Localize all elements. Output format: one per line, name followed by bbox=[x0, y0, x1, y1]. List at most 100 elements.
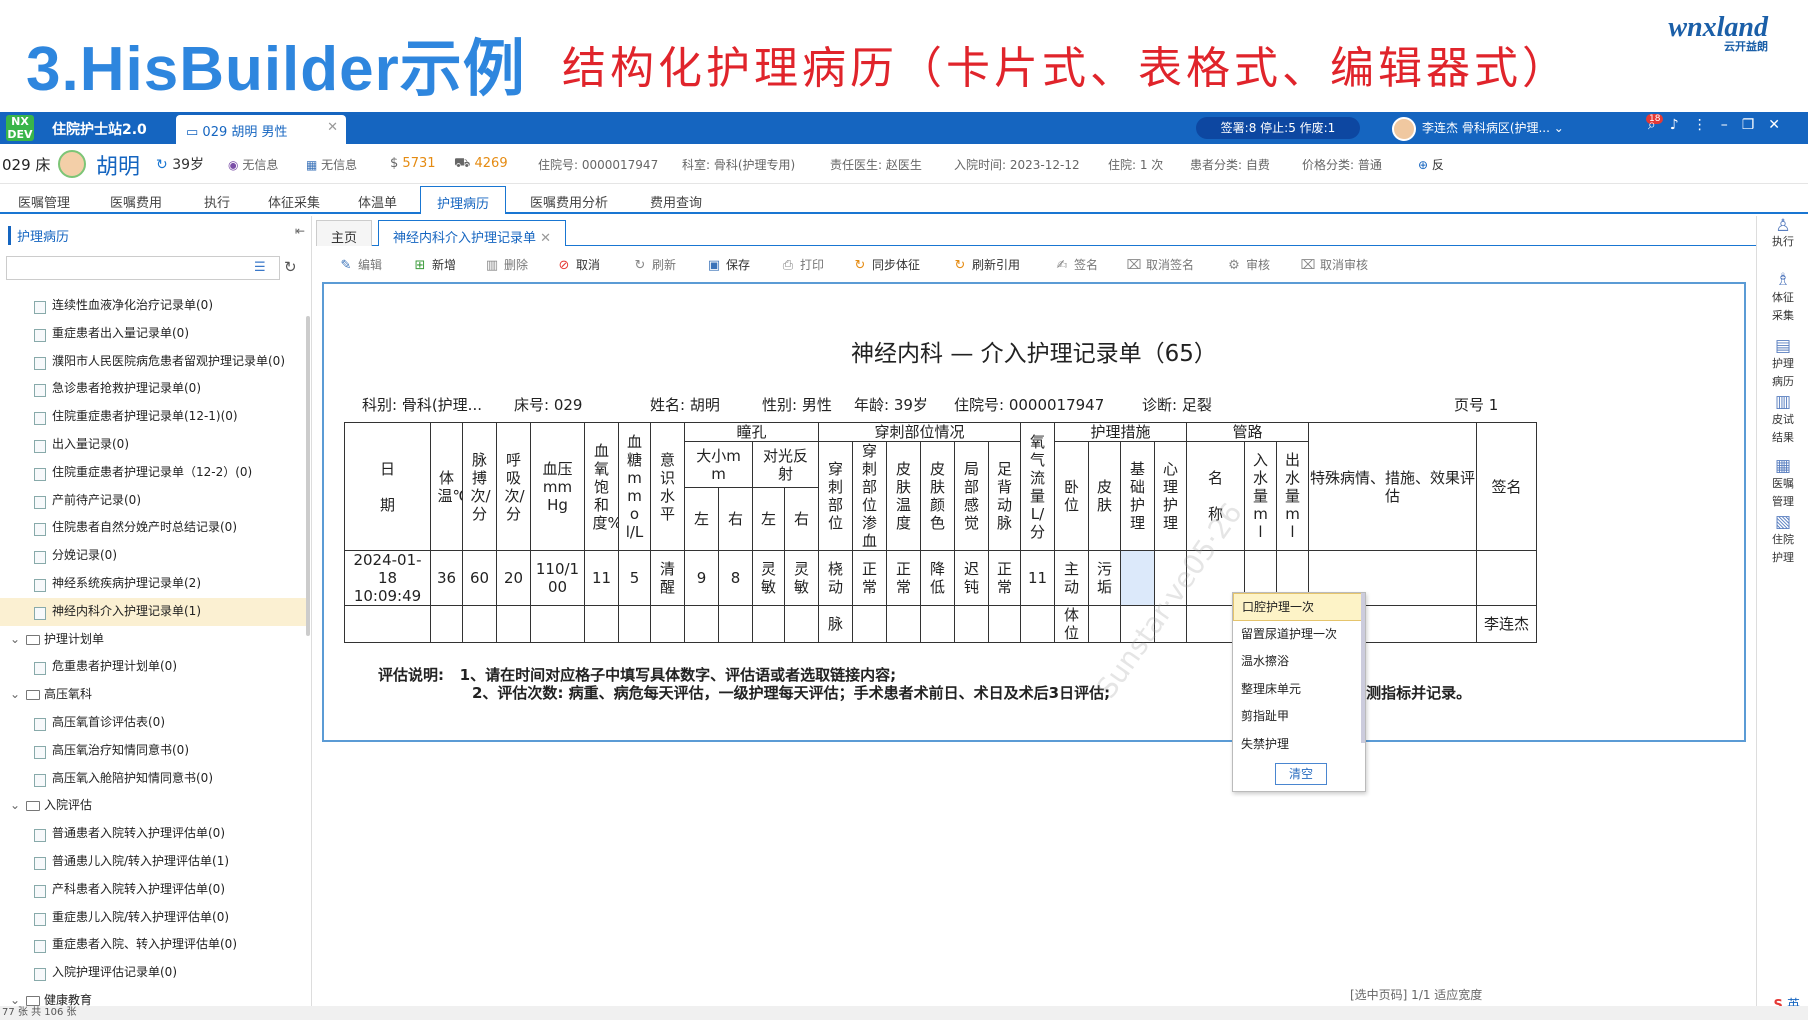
cancel-sign-button[interactable]: ⌧ 取消签名 bbox=[1126, 256, 1195, 273]
tree-item[interactable]: 高压氧治疗知情同意书(0) bbox=[0, 737, 308, 765]
cell-basic-care[interactable] bbox=[1120, 605, 1155, 643]
cell-bp[interactable]: 110/100 bbox=[530, 550, 585, 606]
tab-temperature[interactable]: 体温单 bbox=[358, 192, 397, 211]
user-menu[interactable]: 李连杰 骨科病区(护理... ⌄ bbox=[1392, 115, 1564, 141]
save-button[interactable]: ▣ 保存 bbox=[706, 256, 750, 273]
dropdown-scrollbar[interactable] bbox=[1361, 593, 1365, 743]
more-icon[interactable]: ⋮ bbox=[1693, 117, 1721, 133]
restore-icon[interactable]: ❐ bbox=[1742, 117, 1769, 133]
close-icon[interactable]: ✕ bbox=[540, 231, 551, 246]
cell-p-ooze[interactable] bbox=[852, 605, 887, 643]
tree-item[interactable]: 普通患者入院转入护理评估单(0) bbox=[0, 820, 308, 848]
tab-home[interactable]: 主页 bbox=[316, 220, 373, 246]
cell-spo2[interactable] bbox=[584, 605, 619, 643]
dropdown-item[interactable]: 失禁护理 bbox=[1233, 731, 1365, 759]
tree-item[interactable]: 重症患者入院、转入护理评估单(0) bbox=[0, 931, 308, 959]
cell-psych-care[interactable] bbox=[1154, 605, 1187, 643]
cell-resp[interactable]: 20 bbox=[496, 550, 531, 606]
tree-item[interactable]: 重症患者出入量记录单(0) bbox=[0, 320, 308, 348]
cell-skin[interactable] bbox=[1088, 605, 1121, 643]
cell-date[interactable]: 2024-01-18 10:09:49 bbox=[344, 550, 431, 606]
tab-neuro-intervention[interactable]: 神经内科介入护理记录单 ✕ bbox=[378, 220, 567, 246]
tree-item[interactable]: 入院护理评估记录单(0) bbox=[0, 959, 308, 987]
tab-nursing-records[interactable]: 护理病历 bbox=[420, 186, 507, 214]
cell-light-right[interactable] bbox=[784, 605, 819, 643]
cell-dorsal[interactable] bbox=[988, 605, 1021, 643]
pager[interactable]: [选中页码] 1/1 适应宽度 bbox=[1350, 986, 1482, 1003]
cell-p-ooze[interactable]: 正常 bbox=[852, 550, 887, 606]
cell-glucose[interactable] bbox=[618, 605, 651, 643]
close-tab-icon[interactable]: ✕ bbox=[327, 120, 338, 135]
edit-button[interactable]: ✎ 编辑 bbox=[338, 256, 382, 273]
tree-item[interactable]: 住院患者自然分娩产时总结记录(0) bbox=[0, 514, 308, 542]
tree-item[interactable]: 普通患儿入院/转入护理评估单(1) bbox=[0, 848, 308, 876]
cell-oxygen[interactable] bbox=[1020, 605, 1055, 643]
rail-orders[interactable]: ▦ 医嘱管理 bbox=[1757, 458, 1808, 511]
cell-light-left[interactable] bbox=[752, 605, 785, 643]
tree-item[interactable]: 急诊患者抢救护理记录单(0) bbox=[0, 375, 308, 403]
tree-group[interactable]: ⌄ 护理计划单 bbox=[0, 626, 308, 654]
cancel-audit-button[interactable]: ⌧ 取消审核 bbox=[1300, 256, 1369, 273]
chevron-down-icon[interactable]: ⌄ bbox=[10, 792, 20, 820]
dropdown-item[interactable]: 剪指趾甲 bbox=[1233, 703, 1365, 731]
tree-group[interactable]: ⌄ 入院评估 bbox=[0, 792, 308, 820]
cell-pupil-right[interactable]: 8 bbox=[718, 550, 753, 606]
cell-position[interactable]: 体位 bbox=[1054, 605, 1089, 643]
cell-p-site[interactable]: 桡动 bbox=[818, 550, 853, 606]
filter-icon[interactable]: ☰ bbox=[254, 260, 266, 275]
tab-order-fees[interactable]: 医嘱费用 bbox=[110, 192, 162, 211]
rail-nursing[interactable]: ▤ 护理病历 bbox=[1757, 338, 1808, 391]
extra-action[interactable]: ⊕ 反 bbox=[1418, 156, 1444, 173]
clear-button[interactable]: 清空 bbox=[1275, 763, 1327, 785]
cell-pulse[interactable]: 60 bbox=[462, 550, 497, 606]
tab-vitals[interactable]: 体征采集 bbox=[268, 192, 320, 211]
tree-group[interactable]: ⌄ 高压氧科 bbox=[0, 681, 308, 709]
cell-sign[interactable] bbox=[1476, 550, 1537, 606]
search-icon[interactable]: ⌕ bbox=[1648, 117, 1670, 133]
cell-temp[interactable] bbox=[430, 605, 463, 643]
cell-conscious[interactable]: 清醒 bbox=[650, 550, 685, 606]
cell-psych-care[interactable] bbox=[1154, 550, 1187, 606]
tree-item[interactable]: 住院重症患者护理记录单（12-2）(0) bbox=[0, 459, 308, 487]
rail-skin-test[interactable]: ▥ 皮试结果 bbox=[1757, 394, 1808, 447]
cell-temp[interactable]: 36 bbox=[430, 550, 463, 606]
dropdown-item[interactable]: 整理床单元 bbox=[1233, 676, 1365, 704]
tree-item[interactable]: 高压氧入舱陪护知情同意书(0) bbox=[0, 765, 308, 793]
tab-execute[interactable]: 执行 bbox=[204, 192, 230, 211]
tree-item[interactable]: 重症患儿入院/转入护理评估单(0) bbox=[0, 904, 308, 932]
cell-skin-color[interactable]: 降低 bbox=[920, 550, 955, 606]
cell-pupil-left[interactable]: 9 bbox=[684, 550, 719, 606]
close-icon[interactable]: ✕ bbox=[1768, 117, 1794, 133]
tree-item[interactable]: 高压氧首诊评估表(0) bbox=[0, 709, 308, 737]
collapse-icon[interactable]: ⇤ bbox=[295, 224, 305, 238]
cell-skin-color[interactable] bbox=[920, 605, 955, 643]
cell-dorsal[interactable]: 正常 bbox=[988, 550, 1021, 606]
sync-vitals-button[interactable]: ↻ 同步体征 bbox=[852, 256, 920, 273]
dropdown-item[interactable]: 留置尿道护理一次 bbox=[1233, 621, 1365, 649]
rail-vitals[interactable]: ♗ 体征采集 bbox=[1757, 272, 1808, 325]
cell-conscious[interactable] bbox=[650, 605, 685, 643]
tab-fee-query[interactable]: 费用查询 bbox=[650, 192, 702, 211]
chevron-down-icon[interactable]: ⌄ bbox=[10, 681, 20, 709]
sidebar-scrollbar[interactable] bbox=[306, 316, 310, 636]
minimize-icon[interactable]: – bbox=[1721, 117, 1742, 133]
tree-item[interactable]: 神经内科介入护理记录单(1) bbox=[0, 597, 308, 626]
add-button[interactable]: ⊞ 新增 bbox=[412, 256, 456, 273]
tree-item[interactable]: 住院重症患者护理记录单(12-1)(0) bbox=[0, 403, 308, 431]
cell-sign[interactable]: 李连杰 bbox=[1476, 605, 1537, 643]
patient-tab[interactable]: ▭ 029 胡明 男性 ✕ bbox=[176, 115, 346, 144]
tree-item[interactable]: 产前待产记录(0) bbox=[0, 487, 308, 515]
tree-item[interactable]: 神经系统疾病护理记录单(2) bbox=[0, 570, 308, 598]
cell-p-site[interactable]: 脉 bbox=[818, 605, 853, 643]
tab-orders[interactable]: 医嘱管理 bbox=[18, 192, 70, 211]
tree-item[interactable]: 产科患者入院转入护理评估单(0) bbox=[0, 876, 308, 904]
rail-execute[interactable]: ♙ 执行 bbox=[1757, 218, 1808, 249]
sidebar-search-input[interactable] bbox=[6, 256, 280, 280]
tree-item[interactable]: 连续性血液净化治疗记录单(0) bbox=[0, 292, 308, 320]
cell-skin-temp[interactable] bbox=[886, 605, 921, 643]
cell-skin[interactable]: 污垢 bbox=[1088, 550, 1121, 606]
cell-light-right[interactable]: 灵敏 bbox=[784, 550, 819, 606]
cell-skin-temp[interactable]: 正常 bbox=[886, 550, 921, 606]
chevron-down-icon[interactable]: ⌄ bbox=[10, 626, 20, 654]
order-counters[interactable]: 签署:8 停止:5 作废:1 bbox=[1196, 117, 1360, 139]
